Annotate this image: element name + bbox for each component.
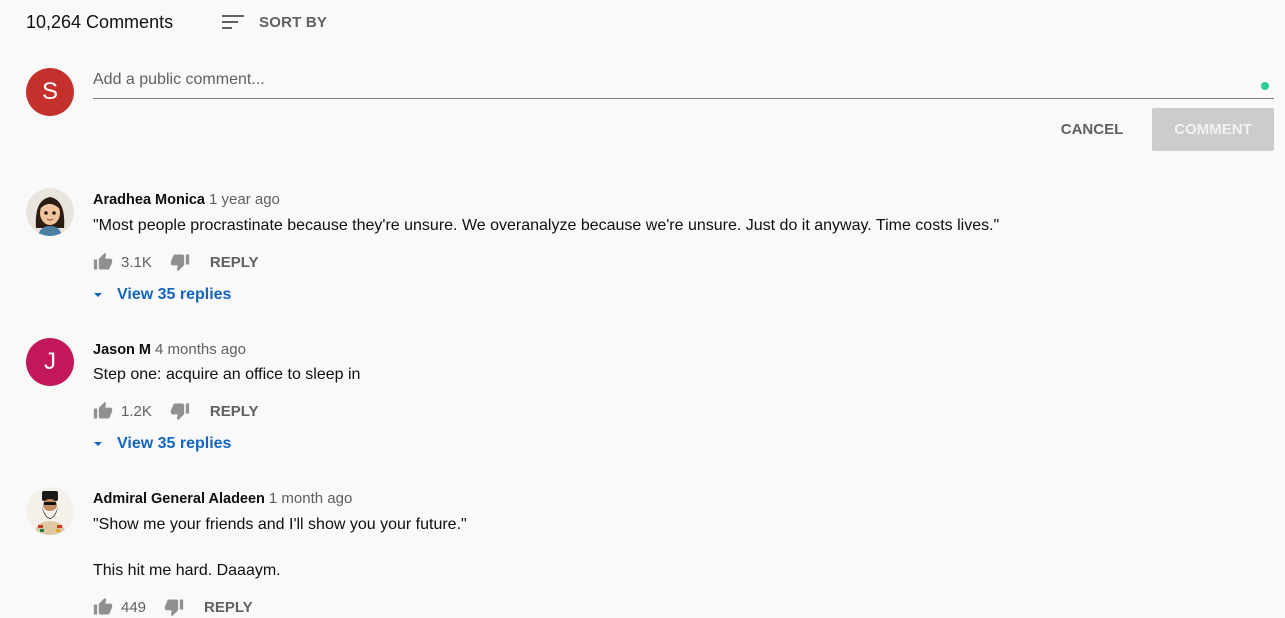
like-count: 449 <box>121 598 147 616</box>
comment-text-line: "Show me your friends and I'll show you … <box>93 516 467 533</box>
comment-time[interactable]: 1 year ago <box>209 191 280 208</box>
view-replies-button[interactable]: View 35 replies <box>93 435 231 453</box>
thumbs-up-icon[interactable] <box>93 401 113 421</box>
like-count: 1.2K <box>121 402 152 420</box>
comment-time[interactable]: 4 months ago <box>155 341 246 358</box>
caret-down-icon <box>94 293 102 297</box>
comment-author[interactable]: Jason M <box>93 342 151 358</box>
view-replies-label: View 35 replies <box>117 286 232 303</box>
view-replies-button[interactable]: View 35 replies <box>93 286 231 304</box>
comment-text-line: This hit me hard. Daaaym. <box>93 562 281 579</box>
thumbs-up-icon[interactable] <box>93 597 113 617</box>
thumbs-down-icon[interactable] <box>164 597 184 617</box>
comment-count: 10,264 Comments <box>26 12 174 32</box>
bearded-general-avatar[interactable] <box>26 487 74 535</box>
commenter-avatar-letter: J <box>44 348 56 375</box>
comment-text: "Most people procrastinate because they'… <box>93 217 1000 234</box>
cancel-button[interactable]: CANCEL <box>1048 108 1136 150</box>
comment-author[interactable]: Aradhea Monica <box>93 192 205 208</box>
comment-text: Step one: acquire an office to sleep in <box>93 366 361 383</box>
sort-by-label: SORT BY <box>259 13 328 31</box>
cartoon-girl-avatar[interactable] <box>26 188 74 236</box>
like-count: 3.1K <box>121 253 152 271</box>
caret-down-icon <box>94 442 102 446</box>
comment-header: Admiral General Aladeen 1 month ago <box>93 490 352 507</box>
thumbs-up-icon[interactable] <box>93 252 113 272</box>
comment-header: Aradhea Monica 1 year ago <box>93 191 280 208</box>
comment-header: Jason M4 months ago <box>93 341 246 358</box>
sort-icon <box>222 12 246 32</box>
comment-input[interactable] <box>93 66 1243 94</box>
reply-button[interactable]: REPLY <box>210 403 259 420</box>
comment-actions: 3.1K REPLY <box>93 252 259 272</box>
comment-actions: 449 REPLY <box>93 597 253 617</box>
thumbs-down-icon[interactable] <box>170 252 190 272</box>
status-dot-icon <box>1261 82 1269 90</box>
sort-by-button[interactable]: SORT BY <box>222 12 327 32</box>
reply-button[interactable]: REPLY <box>210 254 259 271</box>
thumbs-down-icon[interactable] <box>170 401 190 421</box>
comment-input-container <box>93 66 1274 99</box>
user-avatar[interactable]: S <box>26 68 74 116</box>
view-replies-label: View 35 replies <box>117 435 232 452</box>
comment-actions: 1.2K REPLY <box>93 401 259 421</box>
reply-button[interactable]: REPLY <box>204 599 253 616</box>
user-avatar-letter: S <box>41 78 58 105</box>
comment-time[interactable]: 1 month ago <box>269 490 352 507</box>
comment-author[interactable]: Admiral General Aladeen <box>93 491 265 507</box>
comment-submit-button[interactable]: COMMENT <box>1152 108 1274 151</box>
commenter-avatar[interactable]: J <box>26 338 74 386</box>
